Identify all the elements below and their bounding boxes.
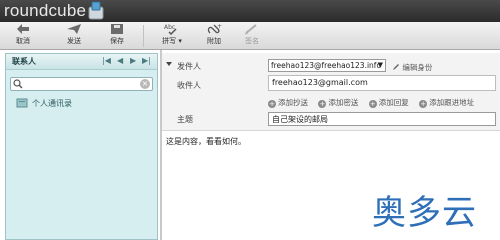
from-label: 发件人 xyxy=(177,62,201,71)
next-page-button[interactable]: ▶ xyxy=(130,56,136,65)
svg-text:+: + xyxy=(217,23,222,30)
address-book-label: 个人通讯录 xyxy=(32,99,72,108)
paperclip-icon: + xyxy=(207,23,222,34)
add-recipient-links: + 添加抄送 + 添加密送 + 添加回复 + 添加跟进地址 xyxy=(268,97,482,108)
send-plane-icon xyxy=(67,24,81,34)
app-header: roundcube xyxy=(0,0,500,22)
send-button[interactable]: 发送 xyxy=(56,22,92,50)
send-label: 发送 xyxy=(67,37,81,45)
add-cc-link[interactable]: + 添加抄送 xyxy=(268,98,308,108)
watermark-text: 奥多云 xyxy=(372,193,477,233)
from-select[interactable]: freehao123@freehao123.info ▼ xyxy=(268,59,386,72)
plus-icon: + xyxy=(368,100,377,108)
collapse-triangle-icon[interactable] xyxy=(166,62,172,66)
subject-field[interactable]: 自己架设的邮局 xyxy=(268,112,496,126)
contacts-panel: 联系人 |◀ ◀ ▶ ▶| × 个人通讯录 xyxy=(5,53,158,240)
spellcheck-label: 拼写 ▾ xyxy=(162,37,182,45)
attach-button[interactable]: + 附加 xyxy=(196,22,232,50)
pencil-icon xyxy=(393,64,399,70)
message-body-editor[interactable]: 这是内容，看看如何。 xyxy=(166,136,246,147)
to-label: 收件人 xyxy=(177,81,201,90)
body-text: 这是内容，看看如何。 xyxy=(166,137,246,146)
signature-label: 签名 xyxy=(245,37,259,45)
save-button[interactable]: 保存 xyxy=(99,22,135,50)
search-icon xyxy=(13,79,23,89)
address-book-item[interactable]: 个人通讯录 xyxy=(6,96,157,110)
subject-label: 主题 xyxy=(177,115,193,124)
roundcube-logo-icon xyxy=(88,1,104,20)
brand-name: roundcube xyxy=(4,1,87,20)
plus-icon: + xyxy=(268,100,276,108)
contacts-title: 联系人 xyxy=(12,57,36,66)
address-book-icon xyxy=(16,98,28,108)
from-value: freehao123@freehao123.info xyxy=(271,61,382,70)
prev-page-button[interactable]: ◀ xyxy=(117,56,123,65)
compose-toolbar: 取消 发送 保存 Abc 拼写 ▾ + 附加 签名 xyxy=(0,22,500,50)
save-label: 保存 xyxy=(110,37,124,45)
add-followupto-link[interactable]: + 添加跟进地址 xyxy=(419,98,474,108)
back-arrow-icon xyxy=(17,24,29,34)
first-page-button[interactable]: |◀ xyxy=(102,56,111,65)
spellcheck-icon: Abc xyxy=(164,24,177,35)
to-value: freehao123@gmail.com xyxy=(272,78,368,87)
add-replyto-link[interactable]: + 添加回复 xyxy=(368,98,409,108)
save-icon xyxy=(111,24,123,34)
to-field[interactable]: freehao123@gmail.com xyxy=(268,75,496,91)
clear-search-icon[interactable]: × xyxy=(140,79,150,89)
signature-pen-icon xyxy=(244,24,257,35)
cancel-button[interactable]: 取消 xyxy=(5,22,41,50)
signature-button[interactable]: 签名 xyxy=(234,22,270,50)
edit-identity-link[interactable]: 编辑身份 xyxy=(392,62,432,73)
contacts-header: 联系人 |◀ ◀ ▶ ▶| xyxy=(6,54,157,70)
attach-label: 附加 xyxy=(207,37,221,45)
chevron-down-icon: ▼ xyxy=(377,61,383,69)
subject-value: 自己架设的邮局 xyxy=(272,115,328,124)
cancel-label: 取消 xyxy=(16,37,30,45)
contacts-search-input[interactable]: × xyxy=(10,77,153,91)
plus-icon: + xyxy=(318,100,327,108)
last-page-button[interactable]: ▶| xyxy=(142,56,151,65)
spellcheck-button[interactable]: Abc 拼写 ▾ xyxy=(154,22,190,50)
plus-icon: + xyxy=(419,100,428,108)
toolbar-separator xyxy=(143,25,144,47)
svg-text:Abc: Abc xyxy=(164,24,175,31)
add-bcc-link[interactable]: + 添加密送 xyxy=(318,98,358,108)
compose-headers: 发件人 freehao123@freehao123.info ▼ 编辑身份 收件… xyxy=(162,53,500,131)
